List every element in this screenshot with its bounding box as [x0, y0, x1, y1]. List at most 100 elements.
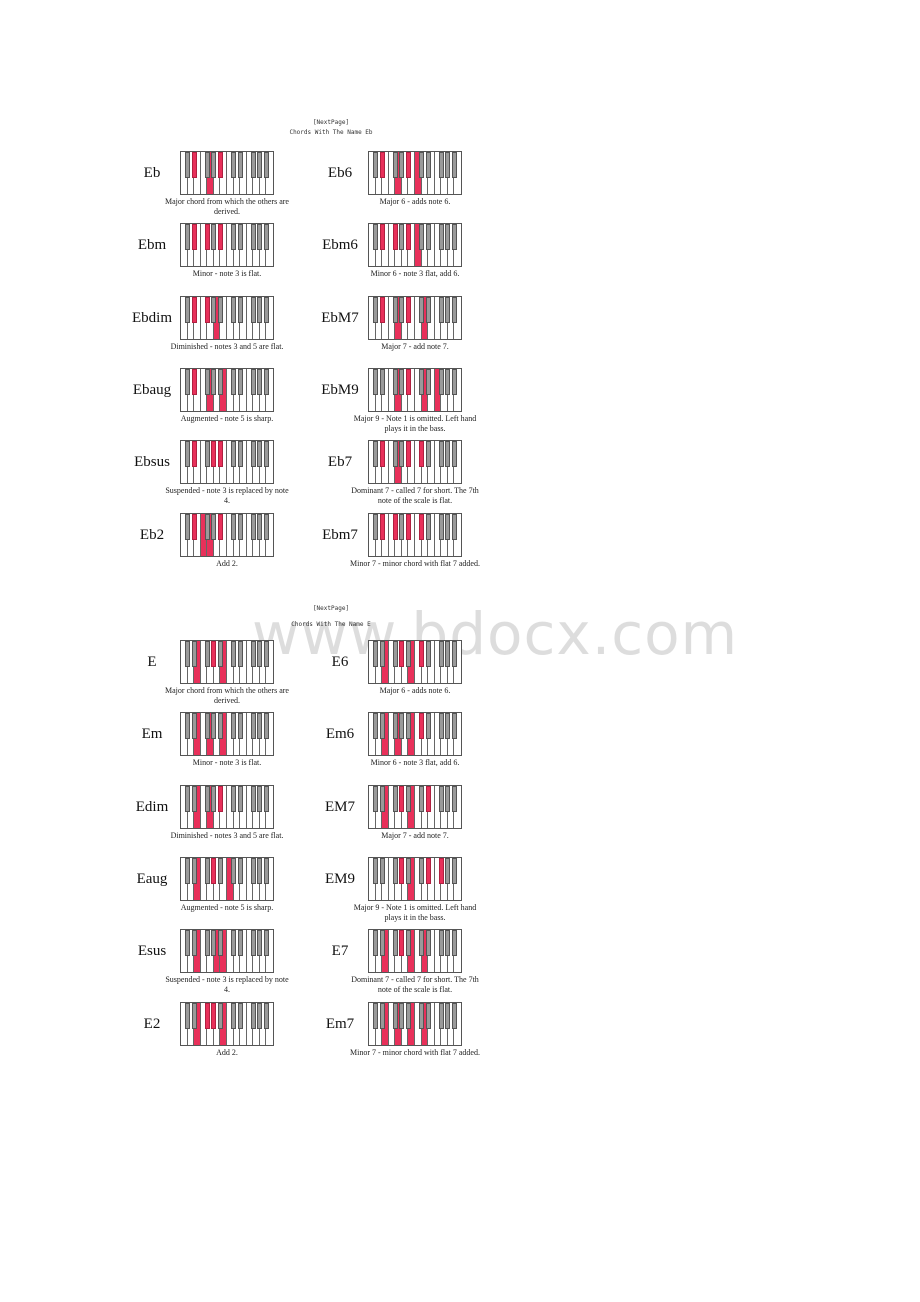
chord-description: Major 6 - adds note 6. — [379, 686, 451, 695]
black-key — [399, 513, 405, 540]
black-key — [445, 785, 451, 812]
black-key — [257, 930, 263, 957]
black-key-highlighted — [405, 368, 411, 395]
black-key — [445, 296, 451, 323]
black-key — [237, 224, 243, 251]
black-key-highlighted — [191, 441, 197, 468]
black-key — [231, 224, 237, 251]
chord-description: Major 7 - add note 7. — [381, 341, 449, 351]
black-key-highlighted — [438, 857, 444, 884]
black-key — [263, 785, 269, 812]
black-key-highlighted — [405, 224, 411, 251]
black-key — [263, 441, 269, 468]
black-key — [445, 152, 451, 178]
black-key — [445, 368, 451, 395]
chord-diagram: Eaug Augmented - note 5 is sharp. — [122, 856, 312, 927]
piano-keyboard — [368, 512, 462, 557]
black-key — [451, 1002, 457, 1029]
black-key — [373, 1002, 379, 1029]
piano-keyboard — [368, 784, 462, 829]
chord-description: Major chord from which the others are de… — [165, 686, 289, 705]
black-key — [445, 641, 451, 667]
chord-diagram: Ebm Minor - note 3 is flat. — [122, 223, 312, 293]
black-key — [250, 296, 256, 323]
black-key — [185, 930, 191, 957]
chord-description: Minor 7 - minor chord with flat 7 added. — [350, 558, 480, 568]
chord-description: Major 6 - adds note 6. — [379, 197, 451, 206]
chord-name: E2 — [143, 1015, 161, 1032]
chord-diagram: E6 Major 6 - adds note 6. — [310, 640, 500, 710]
black-key — [211, 224, 217, 251]
black-key-highlighted — [419, 641, 425, 667]
black-key — [250, 513, 256, 540]
black-key-highlighted — [204, 296, 210, 323]
black-key — [438, 224, 444, 251]
black-key-highlighted — [191, 368, 197, 395]
black-key — [399, 441, 405, 468]
black-key — [217, 1002, 223, 1029]
black-key-highlighted — [399, 857, 405, 884]
black-key — [231, 441, 237, 468]
black-key-highlighted — [392, 513, 398, 540]
black-key — [392, 857, 398, 884]
black-key — [250, 368, 256, 395]
black-key — [263, 224, 269, 251]
black-key — [445, 713, 451, 740]
black-key — [392, 1002, 398, 1029]
chord-description: Add 2. — [216, 1047, 238, 1057]
black-key — [250, 441, 256, 468]
black-key — [185, 713, 191, 740]
black-key — [257, 368, 263, 395]
black-key — [399, 713, 405, 740]
black-key — [445, 857, 451, 884]
black-key — [425, 513, 431, 540]
black-key — [211, 368, 217, 395]
black-key-highlighted — [191, 296, 197, 323]
black-key-highlighted — [204, 224, 210, 251]
piano-keyboard — [180, 640, 274, 684]
black-key — [451, 224, 457, 251]
black-key — [257, 152, 263, 178]
black-key — [257, 857, 263, 884]
black-key — [231, 1002, 237, 1029]
black-key — [438, 368, 444, 395]
chord-name: EM7 — [325, 798, 355, 815]
chord-name: Esus — [137, 943, 167, 960]
black-key — [263, 368, 269, 395]
black-key — [405, 930, 411, 957]
black-key — [257, 641, 263, 667]
black-key — [237, 857, 243, 884]
black-key — [250, 857, 256, 884]
black-key — [425, 713, 431, 740]
chord-diagram: Em7 Minor 7 - minor chord with flat 7 add… — [310, 1001, 500, 1072]
black-key — [379, 368, 385, 395]
piano-keyboard — [368, 223, 462, 268]
chord-diagram: E2 Add 2. — [122, 1001, 312, 1072]
black-key — [204, 641, 210, 667]
black-key — [451, 368, 457, 395]
black-key — [211, 713, 217, 740]
chord-diagram: Ebsus Suspended - note 3 is replaced by n… — [122, 440, 312, 510]
black-key — [237, 1002, 243, 1029]
black-key — [438, 713, 444, 740]
next-page-marker: [NextPage] — [312, 605, 350, 612]
black-key — [257, 224, 263, 251]
black-key — [438, 513, 444, 540]
chord-name: Eb — [143, 165, 161, 181]
black-key — [379, 930, 385, 957]
black-key — [392, 713, 398, 740]
black-key — [399, 224, 405, 251]
black-key-highlighted — [211, 641, 217, 667]
black-key — [405, 857, 411, 884]
black-key — [373, 785, 379, 812]
black-key — [399, 296, 405, 323]
black-key — [237, 513, 243, 540]
section-title: Chords With The Name Eb — [289, 129, 373, 136]
black-key-highlighted — [379, 224, 385, 251]
chord-diagram: Edim Diminished - notes 3 and 5 are flat. — [122, 784, 312, 855]
black-key-highlighted — [211, 441, 217, 468]
chord-description: Diminished - notes 3 and 5 are flat. — [170, 341, 284, 351]
black-key — [451, 441, 457, 468]
black-key — [425, 296, 431, 323]
chord-diagram: Eb6 Major 6 - adds note 6. — [310, 151, 500, 221]
